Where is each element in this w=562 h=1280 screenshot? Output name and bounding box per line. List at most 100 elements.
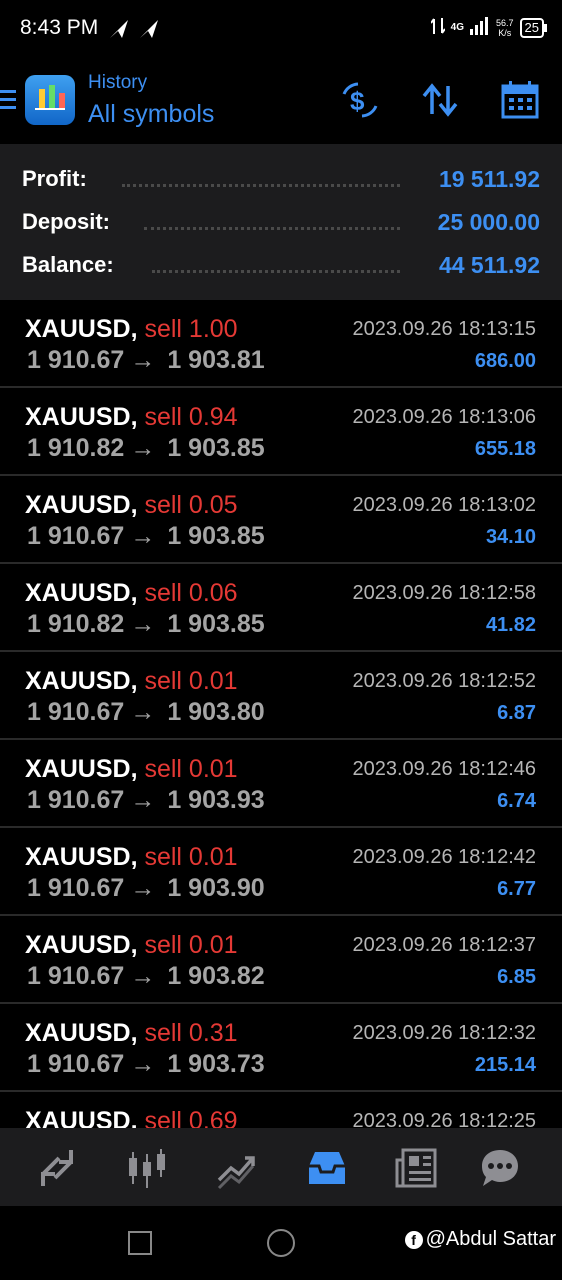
deposit-row: Deposit: 25 000.00 <box>22 209 540 239</box>
trade-time: 2023.09.26 18:13:06 <box>352 406 536 428</box>
trade-title: XAUUSD, sell 1.00 <box>25 315 238 344</box>
trade-row[interactable]: XAUUSD, sell 0.06 2023.09.26 18:12:58 1 … <box>0 564 562 652</box>
trade-open-price: 1 910.67 <box>27 962 125 990</box>
recents-button[interactable] <box>128 1231 152 1255</box>
trade-prices: 1 910.67 → 1 903.90 <box>27 874 265 903</box>
trade-prices: 1 910.67 → 1 903.81 <box>27 346 265 375</box>
home-button[interactable] <box>267 1229 295 1257</box>
trade-side-volume: sell 0.06 <box>144 579 238 607</box>
trade-close-price: 1 903.85 <box>167 434 265 462</box>
trade-time: 2023.09.26 18:13:02 <box>352 494 536 516</box>
trade-time: 2023.09.26 18:12:46 <box>352 758 536 780</box>
deposit-value: 25 000.00 <box>437 209 540 235</box>
trade-profit: 6.85 <box>497 966 536 988</box>
trade-prices: 1 910.82 → 1 903.85 <box>27 434 265 463</box>
status-bar: 8:43 PM 4G 56.7 K/s 25 <box>0 0 562 58</box>
app-toolbar: History All symbols $ <box>0 58 562 144</box>
status-indicators: 4G 56.7 K/s 25 <box>429 16 548 39</box>
trade-title: XAUUSD, sell 0.05 <box>25 491 238 520</box>
price-arrow: → <box>130 434 156 462</box>
trade-time: 2023.09.26 18:12:42 <box>352 846 536 868</box>
trade-symbol: XAUUSD, <box>25 315 138 343</box>
trade-close-price: 1 903.85 <box>167 522 265 550</box>
toolbar-subtitle: History <box>88 72 148 93</box>
price-arrow: → <box>130 786 156 814</box>
price-arrow: → <box>130 698 156 726</box>
trade-row[interactable]: XAUUSD, sell 0.01 2023.09.26 18:12:42 1 … <box>0 828 562 916</box>
trade-time: 2023.09.26 18:12:32 <box>352 1022 536 1044</box>
trade-open-price: 1 910.67 <box>27 522 125 550</box>
watermark-text: @Abdul Sattar <box>425 1228 556 1250</box>
trade-symbol: XAUUSD, <box>25 755 138 783</box>
news-icon[interactable] <box>395 1146 439 1190</box>
trade-prices: 1 910.67 → 1 903.82 <box>27 962 265 991</box>
trade-open-price: 1 910.67 <box>27 346 125 374</box>
trade-side-volume: sell 0.94 <box>144 403 238 431</box>
trade-row[interactable]: XAUUSD, sell 0.94 2023.09.26 18:13:06 1 … <box>0 388 562 476</box>
price-arrow: → <box>130 962 156 990</box>
trade-profit: 655.18 <box>474 438 536 460</box>
profit-label: Profit: <box>22 166 87 191</box>
balance-row: Balance: 44 511.92 <box>22 252 540 282</box>
battery-icon: 25 <box>519 17 548 38</box>
bottom-navigation <box>0 1128 562 1206</box>
trade-open-price: 1 910.67 <box>27 1050 125 1078</box>
trade-prices: 1 910.67 → 1 903.73 <box>27 1050 265 1079</box>
trade-symbol: XAUUSD, <box>25 843 138 871</box>
trade-side-volume: sell 0.01 <box>144 755 238 783</box>
menu-icon[interactable] <box>0 88 16 117</box>
profit-row: Profit: 19 511.92 <box>22 166 540 196</box>
trade-row[interactable]: XAUUSD, sell 0.05 2023.09.26 18:13:02 1 … <box>0 476 562 564</box>
balance-value: 44 511.92 <box>438 252 540 278</box>
sort-icon[interactable] <box>420 80 460 120</box>
trade-row[interactable]: XAUUSD, sell 0.01 2023.09.26 18:12:52 1 … <box>0 652 562 740</box>
battery-level: 25 <box>524 19 539 35</box>
trade-title: XAUUSD, sell 0.01 <box>25 843 238 872</box>
trade-open-price: 1 910.82 <box>27 610 125 638</box>
balance-label: Balance: <box>22 252 114 277</box>
trade-profit: 34.10 <box>485 526 536 548</box>
trade-profit: 6.74 <box>497 790 536 812</box>
account-summary: Profit: 19 511.92 Deposit: 25 000.00 Bal… <box>0 144 562 300</box>
trade-side-volume: sell 0.05 <box>144 491 238 519</box>
trade-title: XAUUSD, sell 0.01 <box>25 667 238 696</box>
trade-row[interactable]: XAUUSD, sell 0.01 2023.09.26 18:12:46 1 … <box>0 740 562 828</box>
trade-close-price: 1 903.85 <box>167 610 265 638</box>
price-arrow: → <box>130 346 156 374</box>
trade-title: XAUUSD, sell 0.94 <box>25 403 238 432</box>
currency-exchange-icon[interactable]: $ <box>340 80 380 120</box>
trade-title: XAUUSD, sell 0.69 <box>25 1107 238 1128</box>
trade-open-price: 1 910.82 <box>27 434 125 462</box>
history-icon[interactable] <box>305 1146 349 1190</box>
dot-leader <box>144 227 400 230</box>
chart-icon[interactable] <box>125 1146 169 1190</box>
data-transfer-icon <box>429 16 446 39</box>
quotes-icon[interactable] <box>35 1146 79 1190</box>
trade-icon[interactable] <box>215 1146 259 1190</box>
price-arrow: → <box>130 1050 156 1078</box>
trade-symbol: XAUUSD, <box>25 491 138 519</box>
toolbar-title[interactable]: All symbols <box>88 100 214 129</box>
trade-symbol: XAUUSD, <box>25 1019 138 1047</box>
network-type: 4G <box>450 22 464 33</box>
trade-profit: 215.14 <box>474 1054 536 1076</box>
price-arrow: → <box>130 522 156 550</box>
chat-icon[interactable] <box>478 1146 522 1190</box>
trade-symbol: XAUUSD, <box>25 403 138 431</box>
deposit-label: Deposit: <box>22 209 110 234</box>
trade-row[interactable]: XAUUSD, sell 0.01 2023.09.26 18:12:37 1 … <box>0 916 562 1004</box>
trade-close-price: 1 903.93 <box>167 786 265 814</box>
trade-row[interactable]: XAUUSD, sell 0.31 2023.09.26 18:12:32 1 … <box>0 1004 562 1092</box>
trade-time: 2023.09.26 18:12:52 <box>352 670 536 692</box>
calendar-icon[interactable] <box>500 80 540 120</box>
trade-history-list[interactable]: XAUUSD, sell 1.00 2023.09.26 18:13:15 1 … <box>0 300 562 1128</box>
trade-title: XAUUSD, sell 0.01 <box>25 755 238 784</box>
trade-row[interactable]: XAUUSD, sell 1.00 2023.09.26 18:13:15 1 … <box>0 300 562 388</box>
trade-prices: 1 910.67 → 1 903.80 <box>27 698 265 727</box>
trade-symbol: XAUUSD, <box>25 1107 138 1128</box>
trade-row[interactable]: XAUUSD, sell 0.69 2023.09.26 18:12:25 <box>0 1092 562 1128</box>
svg-text:$: $ <box>350 86 365 116</box>
trade-close-price: 1 903.90 <box>167 874 265 902</box>
trade-profit: 41.82 <box>485 614 536 636</box>
trade-close-price: 1 903.80 <box>167 698 265 726</box>
